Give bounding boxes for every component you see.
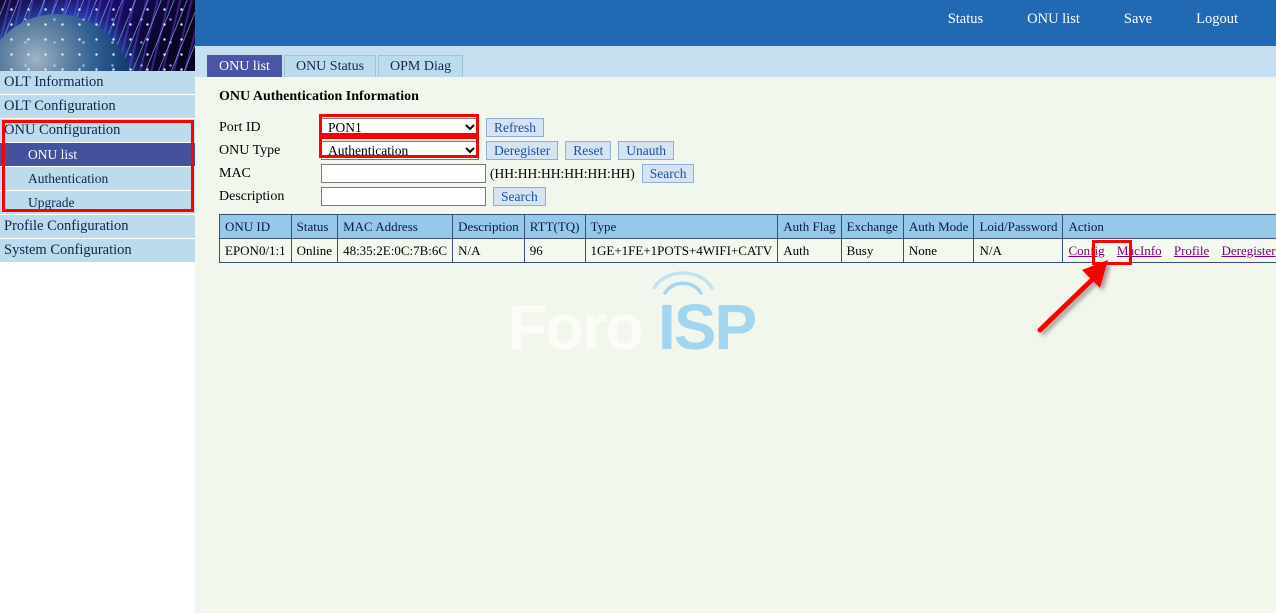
cell-onu-id: EPON0/1:1 bbox=[220, 239, 292, 263]
mac-search-button[interactable]: Search bbox=[642, 164, 695, 183]
deregister-button[interactable]: Deregister bbox=[486, 141, 558, 160]
form-row-mac: MAC (HH:HH:HH:HH:HH:HH) Search bbox=[219, 163, 1276, 184]
tab-onu-list[interactable]: ONU list bbox=[207, 55, 282, 77]
port-id-label: Port ID bbox=[219, 120, 321, 136]
th-loid-password: Loid/Password bbox=[974, 215, 1063, 239]
sidebar-item-olt-configuration[interactable]: OLT Configuration bbox=[0, 95, 195, 119]
mac-format-hint: (HH:HH:HH:HH:HH:HH) bbox=[490, 166, 635, 182]
top-nav-links: Status ONU list Save Logout bbox=[926, 11, 1260, 28]
mac-label: MAC bbox=[219, 166, 321, 182]
section-title: ONU Authentication Information bbox=[219, 89, 1276, 105]
th-auth-mode: Auth Mode bbox=[903, 215, 974, 239]
cell-rtt-tq: 96 bbox=[524, 239, 585, 263]
cell-description: N/A bbox=[453, 239, 525, 263]
th-rtt-tq: RTT(TQ) bbox=[524, 215, 585, 239]
tab-onu-status[interactable]: ONU Status bbox=[284, 55, 376, 77]
description-input[interactable] bbox=[321, 187, 486, 206]
cell-exchange: Busy bbox=[841, 239, 903, 263]
sidebar-item-label: System Configuration bbox=[4, 242, 132, 258]
onu-type-select[interactable]: Authentication bbox=[321, 141, 479, 160]
page-root: OLT Information OLT Configuration ONU Co… bbox=[0, 0, 1276, 613]
sidebar-item-onu-configuration[interactable]: ONU Configuration bbox=[0, 119, 195, 143]
sidebar-item-system-configuration[interactable]: System Configuration bbox=[0, 239, 195, 263]
sidebar-item-label: OLT Configuration bbox=[4, 98, 116, 114]
sidebar-item-authentication[interactable]: Authentication bbox=[0, 167, 195, 191]
logo-banner bbox=[0, 0, 195, 71]
form-row-port-id: Port ID PON1 Refresh bbox=[219, 117, 1276, 138]
main-content: ONU Authentication Information Port ID P… bbox=[195, 77, 1276, 613]
onu-table: ONU ID Status MAC Address Description RT… bbox=[219, 214, 1276, 263]
tab-strip: ONU list ONU Status OPM Diag bbox=[195, 44, 1276, 77]
cell-status: Online bbox=[291, 239, 337, 263]
description-search-button[interactable]: Search bbox=[493, 187, 546, 206]
onu-type-label: ONU Type bbox=[219, 143, 321, 159]
sidebar-item-olt-information[interactable]: OLT Information bbox=[0, 71, 195, 95]
action-deregister[interactable]: Deregister bbox=[1222, 243, 1276, 258]
form-row-onu-type: ONU Type Authentication Deregister Reset… bbox=[219, 140, 1276, 161]
action-profile[interactable]: Profile bbox=[1174, 243, 1209, 258]
sidebar-item-profile-configuration[interactable]: Profile Configuration bbox=[0, 215, 195, 239]
sidebar-item-label: Profile Configuration bbox=[4, 218, 128, 234]
th-status: Status bbox=[291, 215, 337, 239]
action-macinfo[interactable]: MacInfo bbox=[1117, 243, 1162, 258]
refresh-button[interactable]: Refresh bbox=[486, 118, 544, 137]
sidebar-item-label: ONU Configuration bbox=[4, 122, 120, 138]
sidebar: OLT Information OLT Configuration ONU Co… bbox=[0, 0, 195, 613]
table-header-row: ONU ID Status MAC Address Description RT… bbox=[220, 215, 1276, 239]
sidebar-item-label: OLT Information bbox=[4, 74, 103, 90]
sidebar-item-upgrade[interactable]: Upgrade bbox=[0, 191, 195, 215]
th-auth-flag: Auth Flag bbox=[778, 215, 841, 239]
form-row-description: Description Search bbox=[219, 186, 1276, 207]
annotation-arrow bbox=[1030, 258, 1120, 345]
sidebar-item-onu-list[interactable]: ONU list bbox=[0, 143, 195, 167]
description-label: Description bbox=[219, 189, 321, 205]
sidebar-nav: OLT Information OLT Configuration ONU Co… bbox=[0, 71, 195, 263]
cell-mac-address: 48:35:2E:0C:7B:6C bbox=[338, 239, 453, 263]
cell-type: 1GE+1FE+1POTS+4WIFI+CATV bbox=[585, 239, 778, 263]
sidebar-item-label: Upgrade bbox=[28, 195, 74, 210]
topnav-onu-list[interactable]: ONU list bbox=[1005, 11, 1102, 28]
top-bar: Status ONU list Save Logout bbox=[195, 0, 1276, 44]
reset-button[interactable]: Reset bbox=[565, 141, 611, 160]
topnav-logout[interactable]: Logout bbox=[1174, 11, 1260, 28]
topnav-save[interactable]: Save bbox=[1102, 11, 1174, 28]
cell-auth-mode: None bbox=[903, 239, 974, 263]
th-description: Description bbox=[453, 215, 525, 239]
tab-opm-diag[interactable]: OPM Diag bbox=[378, 55, 463, 77]
th-action: Action bbox=[1063, 215, 1276, 239]
light-sparks-decoration bbox=[0, 0, 195, 71]
th-type: Type bbox=[585, 215, 778, 239]
unauth-button[interactable]: Unauth bbox=[618, 141, 674, 160]
action-config[interactable]: Config bbox=[1068, 243, 1104, 258]
th-exchange: Exchange bbox=[841, 215, 903, 239]
sidebar-item-label: ONU list bbox=[28, 147, 77, 162]
topnav-status[interactable]: Status bbox=[926, 11, 1005, 28]
port-id-select[interactable]: PON1 bbox=[321, 118, 479, 137]
th-mac-address: MAC Address bbox=[338, 215, 453, 239]
th-onu-id: ONU ID bbox=[220, 215, 292, 239]
cell-auth-flag: Auth bbox=[778, 239, 841, 263]
sidebar-item-label: Authentication bbox=[28, 171, 108, 186]
mac-input[interactable] bbox=[321, 164, 486, 183]
